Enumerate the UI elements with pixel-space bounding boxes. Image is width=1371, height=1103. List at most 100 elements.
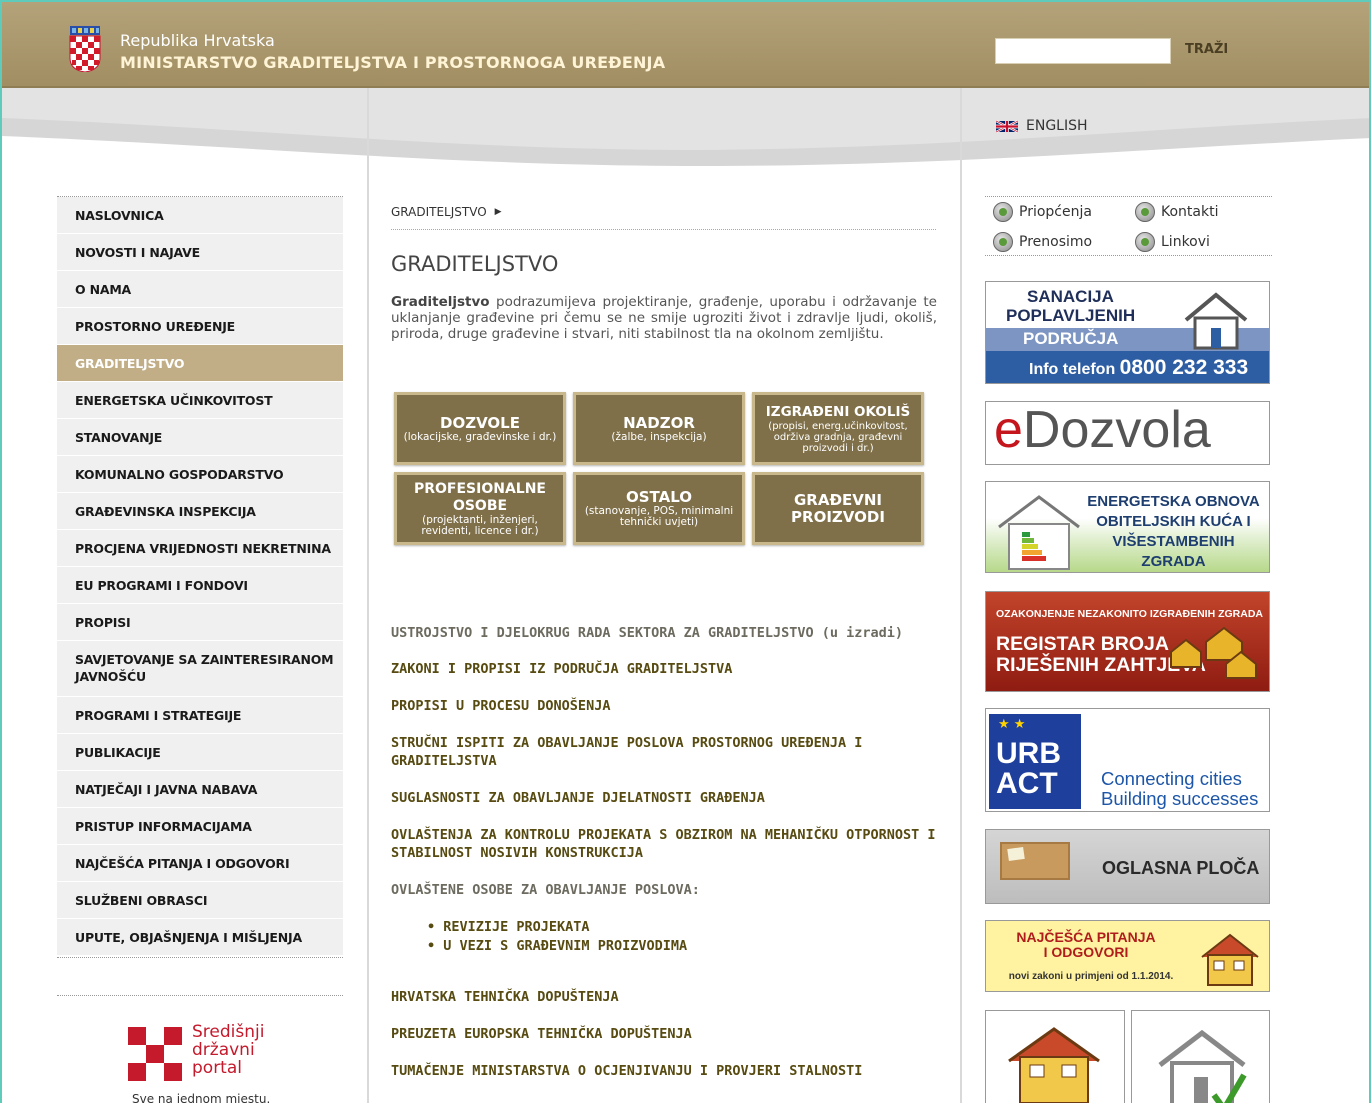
banner-energ-text: ENERGETSKA OBNOVA OBITELJSKIH KUĆA I VIŠ… <box>1081 492 1266 572</box>
banner-energetska-obnova[interactable]: ENERGETSKA OBNOVA OBITELJSKIH KUĆA I VIŠ… <box>985 481 1270 573</box>
urbact-slogan-line: Connecting cities <box>1101 768 1242 789</box>
banner-house-yellow[interactable] <box>985 1010 1125 1103</box>
banner-urbact[interactable]: URB ACT ★ ★ Connecting cities Building s… <box>985 708 1270 812</box>
nav-item-propisi[interactable]: PROPISI <box>57 604 343 641</box>
link-zakoni-propisi[interactable]: ZAKONI I PROPISI IZ PODRUČJA GRADITELJST… <box>391 660 937 678</box>
urbact-slogan: Connecting cities Building successes <box>1101 769 1258 809</box>
nav-item-eu-programi[interactable]: EU PROGRAMI I FONDOVI <box>57 567 343 604</box>
english-link[interactable]: ENGLISH <box>996 118 1088 134</box>
house-construction-icon <box>1201 933 1259 986</box>
banner-house-check[interactable] <box>1131 1010 1270 1103</box>
eu-stars-icon: ★ ★ <box>998 717 1026 732</box>
breadcrumb-arrow-icon: ▶ <box>494 206 502 217</box>
banner-edozvola[interactable]: eDozvola <box>985 401 1270 465</box>
quicklink-linkovi[interactable]: Linkovi <box>1135 232 1210 252</box>
banner-sanacija[interactable]: SANACIJA POPLAVLJENIH PODRUČJA Info tele… <box>985 281 1270 384</box>
search-input[interactable] <box>995 38 1171 64</box>
link-icon <box>1135 232 1155 252</box>
tile-ostalo[interactable]: OSTALO (stanovanje, POS, minimalni tehni… <box>573 472 745 545</box>
link-ovlastenja-kontrola[interactable]: OVLAŠTENJA ZA KONTROLU PROJEKATA S OBZIR… <box>391 826 937 862</box>
quicklink-priopcenja[interactable]: Priopćenja <box>993 202 1092 222</box>
nav-item-pristup-informacijama[interactable]: PRISTUP INFORMACIJAMA <box>57 808 343 845</box>
megaphone-icon <box>993 202 1013 222</box>
link-suglasnosti[interactable]: SUGLASNOSTI ZA OBAVLJANJE DJELATNOSTI GR… <box>391 789 937 807</box>
nav-item-najcesca-pitanja[interactable]: NAJČEŠĆA PITANJA I ODGOVORI <box>57 845 343 882</box>
nav-item-energetska-ucinkovitost[interactable]: ENERGETSKA UČINKOVITOST <box>57 382 343 419</box>
tile-izgradeni-okolis[interactable]: IZGRAĐENI OKOLIŠ (propisi, energ.učinkov… <box>752 392 924 465</box>
tile-title: NADZOR <box>623 413 695 432</box>
banner-text: POPLAVLJENIH <box>1006 306 1136 325</box>
link-ustrojstvo[interactable]: USTROJSTVO I DJELOKRUG RADA SEKTORA ZA G… <box>391 624 937 642</box>
gov-portal-link[interactable]: Središnji državni portal Sve na jednom m… <box>128 1022 278 1103</box>
edozvola-rest: Dozvola <box>1022 401 1211 459</box>
sub-link-revizije[interactable]: • REVIZIJE PROJEKATA <box>427 918 937 937</box>
tile-dozvole[interactable]: DOZVOLE (lokacijske, građevinske i dr.) <box>394 392 566 465</box>
nav-item-programi-strategije[interactable]: PROGRAMI I STRATEGIJE <box>57 697 343 734</box>
quicklink-label: Priopćenja <box>1019 204 1092 220</box>
tile-subtitle: (lokacijske, građevinske i dr.) <box>403 430 557 443</box>
tile-subtitle: (projektanti, inženjeri, revidenti, lice… <box>421 513 539 537</box>
nav-item-novosti[interactable]: NOVOSTI I NAJAVE <box>57 234 343 271</box>
banner-sanacija-title: SANACIJA POPLAVLJENIH <box>1006 287 1135 325</box>
sub-link-label: U VEZI S GRAĐEVNIM PROIZVODIMA <box>443 938 688 954</box>
nav-item-upute[interactable]: UPUTE, OBJAŠNJENJA I MIŠLJENJA <box>57 919 343 956</box>
country-name: Republika Hrvatska <box>120 31 275 50</box>
nav-item-gradevinska-inspekcija[interactable]: GRAĐEVINSKA INSPEKCIJA <box>57 493 343 530</box>
category-tiles: DOZVOLE (lokacijske, građevinske i dr.) … <box>394 392 928 547</box>
nav-item-o-nama[interactable]: O NAMA <box>57 271 343 308</box>
column-divider-left <box>367 88 369 1103</box>
sub-link-gradevni-proizvodi[interactable]: • U VEZI S GRAĐEVNIM PROIZVODIMA <box>427 937 937 956</box>
tile-title: OSTALO <box>625 488 692 506</box>
main-navigation: NASLOVNICA NOVOSTI I NAJAVE O NAMA PROST… <box>57 196 343 958</box>
nav-item-graditeljstvo[interactable]: GRADITELJSTVO <box>57 345 343 382</box>
banner-oglasna-ploca[interactable]: OGLASNA PLOČA <box>985 829 1270 904</box>
urbact-text: URB <box>996 737 1061 770</box>
energy-house-icon <box>998 495 1080 570</box>
nav-item-komunalno-gospodarstvo[interactable]: KOMUNALNO GOSPODARSTVO <box>57 456 343 493</box>
tile-title: DOZVOLE <box>440 413 520 432</box>
intro-text: Graditeljstvo podrazumijeva projektiranj… <box>391 294 937 342</box>
note-icon <box>1007 846 1025 862</box>
banner-najcesca-pitanja[interactable]: NAJČEŠĆA PITANJA I ODGOVORI novi zakoni … <box>985 920 1270 992</box>
quicklink-kontakti[interactable]: Kontakti <box>1135 202 1218 222</box>
nav-item-savjetovanje[interactable]: SAVJETOVANJE SA ZAINTERESIRANOM JAVNOŠĆU <box>57 641 343 697</box>
nav-item-natjecaji[interactable]: NATJEČAJI I JAVNA NABAVA <box>57 771 343 808</box>
quicklink-prenosimo[interactable]: Prenosimo <box>993 232 1092 252</box>
houses-icon <box>1170 626 1257 679</box>
info-phone-number: 0800 232 333 <box>1119 356 1249 379</box>
column-divider-right <box>960 88 962 1103</box>
link-ovlastene-osobe[interactable]: OVLAŠTENE OSOBE ZA OBAVLJANJE POSLOVA: <box>391 881 937 899</box>
nav-item-procjena-nekretnina[interactable]: PROCJENA VRIJEDNOSTI NEKRETNINA <box>57 530 343 567</box>
uk-flag-icon <box>996 119 1018 133</box>
gov-portal-name: Središnji državni portal <box>192 1023 264 1077</box>
ministry-name[interactable]: MINISTARSTVO GRADITELJSTVA I PROSTORNOGA… <box>120 53 665 72</box>
tile-nadzor[interactable]: NADZOR (žalbe, inspekcija) <box>573 392 745 465</box>
breadcrumb-item[interactable]: GRADITELJSTVO <box>391 205 487 219</box>
banner-info-phone: Info telefon 0800 232 333 <box>986 351 1269 383</box>
link-tumacenje[interactable]: TUMAČENJE MINISTARSTVA O OCJENJIVANJU I … <box>391 1062 937 1080</box>
tile-gradevni-proizvodi[interactable]: GRAĐEVNI PROIZVODI <box>752 472 924 545</box>
link-strucni-ispiti[interactable]: STRUČNI ISPITI ZA OBAVLJANJE POSLOVA PRO… <box>391 734 937 770</box>
tile-subtitle: (stanovanje, POS, minimalni tehnički uvj… <box>584 505 734 528</box>
house-yellow-icon <box>1008 1027 1100 1103</box>
house-icon <box>1184 292 1248 350</box>
nav-item-prostorno-uredenje[interactable]: PROSTORNO UREĐENJE <box>57 308 343 345</box>
banner-registar[interactable]: OZAKONJENJE NEZAKONITO IZGRAĐENIH ZGRADA… <box>985 591 1270 692</box>
nav-item-publikacije[interactable]: PUBLIKACIJE <box>57 734 343 771</box>
nav-item-sluzbeni-obrasci[interactable]: SLUŽBENI OBRASCI <box>57 882 343 919</box>
link-europska-tehnicka[interactable]: PREUZETA EUROPSKA TEHNIČKA DOPUŠTENJA <box>391 1025 937 1043</box>
tile-title: PROFESIONALNE OSOBE <box>413 480 546 514</box>
nav-item-stanovanje[interactable]: STANOVANJE <box>57 419 343 456</box>
tile-profesionalne-osobe[interactable]: PROFESIONALNE OSOBE (projektanti, inženj… <box>394 472 566 545</box>
banner-text: OZAKONJENJE NEZAKONITO IZGRAĐENIH ZGRADA <box>996 608 1263 620</box>
banner-text: NAJČEŠĆA PITANJA <box>1016 929 1156 945</box>
search-button[interactable]: TRAŽI <box>1185 42 1228 57</box>
banner-najcesca-title: NAJČEŠĆA PITANJA I ODGOVORI <box>991 930 1181 960</box>
nav-item-naslovnica[interactable]: NASLOVNICA <box>57 197 343 234</box>
link-hrvatska-tehnicka[interactable]: HRVATSKA TEHNIČKA DOPUŠTENJA <box>391 988 937 1006</box>
link-propisi-donosenje[interactable]: PROPISI U PROCESU DONOŠENJA <box>391 697 937 715</box>
phone-icon <box>1135 202 1155 222</box>
gov-portal-logo-icon <box>128 1027 182 1081</box>
coat-of-arms-icon <box>69 26 101 72</box>
banner-text: OGLASNA PLOČA <box>1102 858 1260 878</box>
